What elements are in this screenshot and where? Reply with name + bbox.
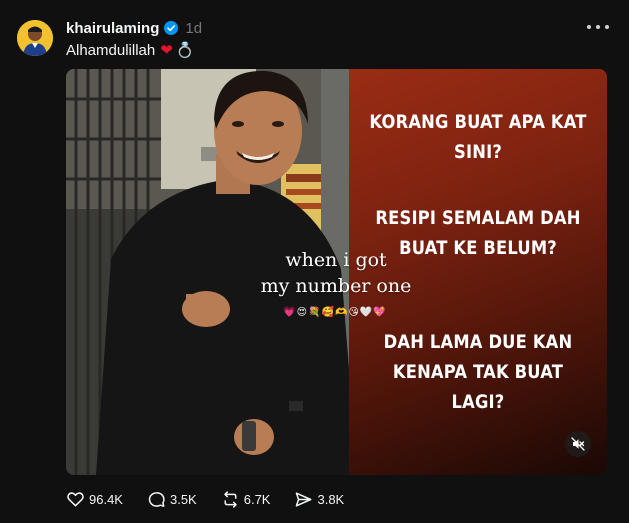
post-actions: 96.4K 3.5K 6.7K 3.8K bbox=[66, 489, 368, 509]
comment-count: 3.5K bbox=[169, 491, 197, 507]
share-button[interactable]: 3.8K bbox=[294, 490, 344, 509]
like-button[interactable]: 96.4K bbox=[66, 490, 123, 509]
username[interactable]: khairulaming bbox=[66, 20, 159, 37]
post-time[interactable]: 1d bbox=[185, 20, 202, 37]
thread-post: khairulaming 1d Alhamdulillah ❤ 💍 KORANG… bbox=[0, 0, 629, 523]
share-icon bbox=[296, 491, 312, 507]
panel-question-3: DAH LAMA DUE KAN KENAPA TAK BUAT LAGI? bbox=[367, 327, 589, 417]
overlay-emojis: 💗😍💐🥰🫶😘🤍💖 bbox=[283, 307, 387, 318]
heart-icon bbox=[67, 491, 84, 506]
panel-q1-line1: KORANG BUAT APA KAT bbox=[369, 111, 587, 133]
panel-question-1: KORANG BUAT APA KAT SINI? bbox=[367, 107, 589, 167]
panel-q1-line2: SINI? bbox=[454, 141, 502, 163]
post-header: khairulaming 1d bbox=[66, 19, 202, 37]
ring-emoji: 💍 bbox=[175, 42, 195, 59]
caption-text: Alhamdulillah bbox=[66, 41, 156, 59]
post-video[interactable]: KORANG BUAT APA KAT SINI? RESIPI SEMALAM… bbox=[66, 69, 607, 475]
panel-q3-line2: KENAPA TAK BUAT LAGI? bbox=[392, 361, 564, 413]
repost-icon bbox=[223, 490, 237, 508]
repost-count: 6.7K bbox=[243, 491, 271, 507]
overlay-line-1: when i got bbox=[285, 249, 387, 271]
panel-q3-line1: DAH LAMA DUE KAN bbox=[383, 331, 573, 353]
comment-icon bbox=[148, 491, 165, 507]
like-count: 96.4K bbox=[89, 491, 123, 507]
panel-q2-line1: RESIPI SEMALAM DAH bbox=[375, 207, 581, 229]
more-icon[interactable] bbox=[587, 20, 609, 34]
share-count: 3.8K bbox=[317, 491, 345, 507]
post-caption: Alhamdulillah ❤ 💍 bbox=[66, 41, 195, 60]
verified-badge-icon bbox=[164, 21, 179, 35]
comment-button[interactable]: 3.5K bbox=[147, 490, 197, 509]
overlay-line-2: my number one bbox=[260, 275, 412, 297]
repost-button[interactable]: 6.7K bbox=[221, 490, 271, 509]
video-overlay-text: when i got my number one bbox=[256, 247, 416, 299]
mute-icon[interactable] bbox=[565, 431, 591, 457]
avatar[interactable] bbox=[17, 20, 53, 56]
heart-emoji: ❤ bbox=[160, 42, 173, 59]
